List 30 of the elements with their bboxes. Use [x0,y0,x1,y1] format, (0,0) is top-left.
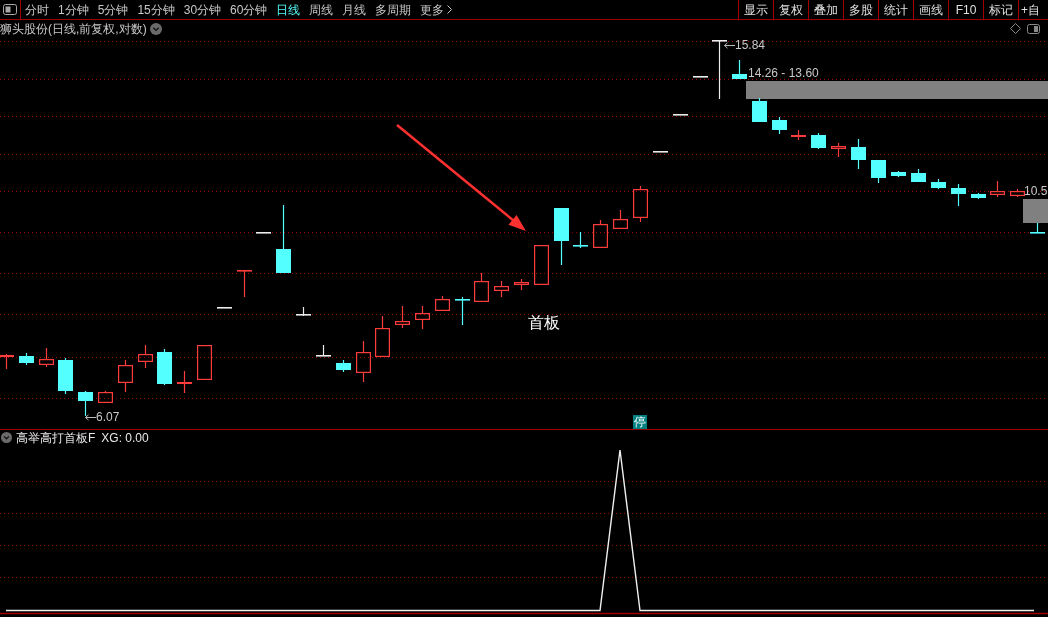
period-tab[interactable]: 周线 [309,0,334,20]
period-tab[interactable]: 15分钟 [137,0,175,20]
chart-title: 狮头股份(日线,前复权,对数) [0,21,147,36]
period-tab[interactable]: 5分钟 [97,0,129,20]
chevron-right-icon [447,5,453,14]
diamond-icon[interactable] [1010,23,1021,34]
period-tab[interactable]: 日线 [276,0,301,20]
indicator-name: 高举高打首板F [16,430,96,445]
limit-badge: 停 [633,415,647,429]
period-tab[interactable]: 分时 [25,0,49,20]
period-tab[interactable]: 60分钟 [230,0,268,20]
toolbar-button[interactable]: 画线 [913,0,948,19]
dropdown-icon[interactable] [1,432,12,443]
period-tab[interactable]: 月线 [342,0,367,20]
toolbar-button[interactable]: 标记 [983,0,1018,19]
toolbar-button[interactable]: F10 [948,0,983,19]
dropdown-icon[interactable] [149,22,162,35]
toolbar-button[interactable]: 多股 [843,0,878,19]
indicator-reading: XG: 0.00 [101,430,149,445]
more-menu[interactable]: 更多 [420,0,453,20]
period-tab[interactable]: 1分钟 [58,0,89,20]
panel-toggle-icon[interactable] [1027,23,1040,34]
panel-toggle-icon[interactable] [3,4,17,15]
toolbar-button[interactable]: +自 [1018,0,1048,19]
toolbar-button[interactable]: 显示 [738,0,773,19]
period-tab[interactable]: 30分钟 [183,0,222,20]
toolbar-button[interactable]: 复权 [773,0,808,19]
toolbar-button[interactable]: 统计 [878,0,913,19]
toolbar-button[interactable]: 叠加 [808,0,843,19]
period-tab[interactable]: 多周期 [375,0,412,20]
